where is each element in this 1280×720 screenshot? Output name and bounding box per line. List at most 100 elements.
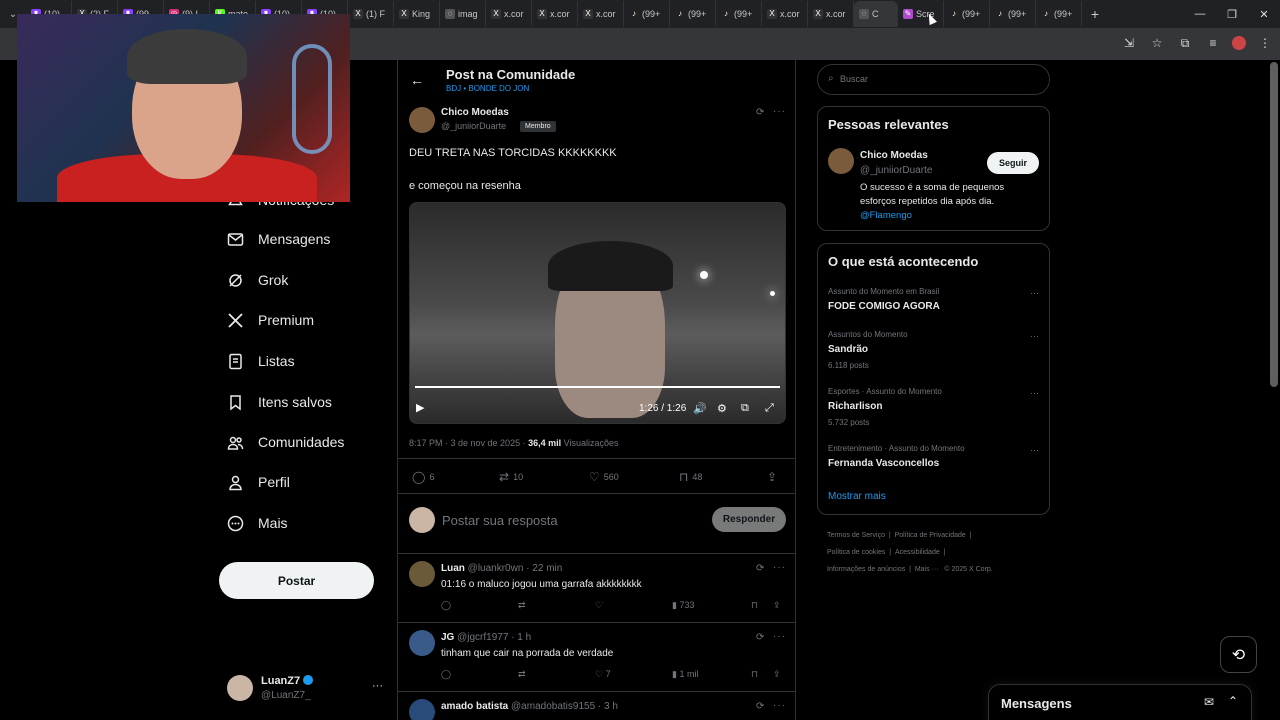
- browser-tab[interactable]: ♪ (99+: [624, 1, 670, 27]
- volume-icon[interactable]: 🔊: [693, 402, 707, 415]
- video-progress-bar[interactable]: [415, 386, 780, 388]
- heart-icon[interactable]: ♡ 7: [595, 669, 611, 680]
- profile-avatar-icon[interactable]: [1232, 36, 1246, 50]
- footer-link[interactable]: Termos de Serviço: [827, 532, 885, 539]
- trend-more-icon[interactable]: ···: [1030, 388, 1039, 398]
- nav-item-5[interactable]: Itens salvos: [227, 387, 332, 417]
- grok-explain-icon[interactable]: ⟳: [756, 701, 764, 712]
- new-message-icon[interactable]: ✉: [1204, 695, 1214, 709]
- browser-tab[interactable]: ◌ imag: [440, 1, 486, 27]
- footer-link[interactable]: Acessibilidade: [895, 549, 940, 556]
- comment-avatar[interactable]: [409, 699, 435, 720]
- expand-up-icon[interactable]: ⌃: [1228, 694, 1238, 708]
- browser-tab[interactable]: ♪ (99+: [670, 1, 716, 27]
- video-player[interactable]: ▶ 1:26 / 1:26 🔊 ⚙ ⧉ ⤢: [409, 202, 786, 424]
- browser-tab[interactable]: Xx.cor: [486, 1, 532, 27]
- nav-item-1[interactable]: Mensagens: [227, 224, 330, 254]
- bookmark-action[interactable]: ⊓ 48: [679, 470, 702, 484]
- nav-item-7[interactable]: Perfil: [227, 467, 290, 497]
- fullscreen-icon[interactable]: ⤢: [765, 402, 774, 415]
- post-author-name[interactable]: Chico Moedas: [441, 107, 509, 118]
- reply-action[interactable]: ◯ 6: [412, 470, 434, 484]
- footer-link[interactable]: Política de Privacidade: [895, 532, 966, 539]
- comment-author[interactable]: Luan @luankr0wn · 22 min: [441, 563, 562, 574]
- footer-link[interactable]: Mais ···: [915, 566, 939, 573]
- comment-more-icon[interactable]: ···: [773, 562, 786, 573]
- reply-input[interactable]: Postar sua resposta: [442, 513, 558, 528]
- comment-avatar[interactable]: [409, 561, 435, 587]
- page-scrollbar[interactable]: [1270, 62, 1278, 387]
- reply-button[interactable]: Responder: [712, 507, 786, 532]
- play-icon[interactable]: ▶: [416, 401, 432, 417]
- browser-tab[interactable]: X (1) F: [348, 1, 394, 27]
- share-icon[interactable]: ⇪: [773, 600, 781, 611]
- relevant-handle[interactable]: @_juniiorDuarte: [860, 165, 932, 176]
- repost-icon[interactable]: ⇄: [518, 600, 526, 611]
- new-tab-icon[interactable]: +: [1082, 6, 1108, 22]
- grok-floating-button[interactable]: ⟲: [1220, 636, 1257, 673]
- browser-tab[interactable]: ♪ (99+: [716, 1, 762, 27]
- browser-tab[interactable]: ♪ (99+: [990, 1, 1036, 27]
- relevant-name[interactable]: Chico Moedas: [860, 150, 928, 161]
- comment-author[interactable]: amado batista @amadobatis9155 · 3 h: [441, 701, 618, 712]
- grok-explain-icon[interactable]: ⟳: [756, 107, 764, 118]
- grok-explain-icon[interactable]: ⟳: [756, 563, 764, 574]
- post-button[interactable]: Postar: [219, 562, 374, 599]
- reply-icon[interactable]: ◯: [441, 600, 451, 611]
- close-icon[interactable]: ✕: [1248, 0, 1280, 28]
- comment-author[interactable]: JG @jgcrf1977 · 1 h: [441, 632, 531, 643]
- nav-item-4[interactable]: Listas: [227, 346, 295, 376]
- account-more-icon[interactable]: ···: [372, 680, 383, 692]
- back-arrow-icon[interactable]: ←: [410, 72, 424, 88]
- browser-tab[interactable]: Xx.cor: [532, 1, 578, 27]
- nav-item-6[interactable]: Comunidades: [227, 427, 344, 457]
- share-action[interactable]: ⇪: [767, 470, 777, 484]
- extensions-icon[interactable]: ⧉: [1176, 34, 1194, 52]
- browser-tab[interactable]: ♪ (99+: [944, 1, 990, 27]
- browser-tab[interactable]: Xx.cor: [762, 1, 808, 27]
- bookmark-star-icon[interactable]: ☆: [1148, 34, 1166, 52]
- trend-more-icon[interactable]: ···: [1030, 331, 1039, 341]
- footer-link[interactable]: Política de cookies: [827, 549, 885, 556]
- minimize-icon[interactable]: —: [1184, 0, 1216, 28]
- install-app-icon[interactable]: ⇲: [1120, 34, 1138, 52]
- nav-item-2[interactable]: Grok: [227, 265, 288, 295]
- bio-mention-link[interactable]: @Flamengo: [860, 210, 912, 221]
- messages-drawer[interactable]: Mensagens ✉ ⌃: [988, 684, 1252, 720]
- account-switcher[interactable]: LuanZ7 @LuanZ7_ ···: [227, 672, 387, 706]
- post-more-icon[interactable]: ···: [773, 106, 786, 117]
- comment-more-icon[interactable]: ···: [773, 700, 786, 711]
- bookmark-icon[interactable]: ⊓: [751, 600, 758, 611]
- comment-avatar[interactable]: [409, 630, 435, 656]
- browser-tab[interactable]: ◌ C: [854, 1, 898, 27]
- heart-icon[interactable]: ♡: [595, 600, 603, 611]
- relevant-avatar[interactable]: [828, 148, 854, 174]
- browser-tab[interactable]: X King: [394, 1, 440, 27]
- repost-action[interactable]: ⇄ 10: [499, 470, 523, 484]
- reply-icon[interactable]: ◯: [441, 669, 451, 680]
- trend-more-icon[interactable]: ···: [1030, 288, 1039, 298]
- community-link[interactable]: BDJ • BONDE DO JON: [446, 84, 529, 93]
- bookmark-icon[interactable]: ⊓: [751, 669, 758, 680]
- trend-more-icon[interactable]: ···: [1030, 445, 1039, 455]
- browser-tab[interactable]: ✎ Scre: [898, 1, 944, 27]
- views-icon[interactable]: ▮ 733: [672, 600, 694, 611]
- footer-link[interactable]: Informações de anúncios: [827, 566, 905, 573]
- browser-menu-icon[interactable]: ⋮: [1256, 34, 1274, 52]
- like-action[interactable]: ♡ 560: [589, 470, 619, 484]
- browser-tab[interactable]: Xx.cor: [578, 1, 624, 27]
- post-author-avatar[interactable]: [409, 107, 435, 133]
- views-icon[interactable]: ▮ 1 mil: [672, 669, 698, 680]
- grok-explain-icon[interactable]: ⟳: [756, 632, 764, 643]
- settings-gear-icon[interactable]: ⚙: [717, 402, 727, 415]
- pip-icon[interactable]: ⧉: [741, 402, 749, 415]
- show-more-link[interactable]: Mostrar mais: [828, 491, 886, 502]
- media-controls-icon[interactable]: ≡: [1204, 34, 1222, 52]
- nav-item-8[interactable]: Mais: [227, 508, 288, 538]
- share-icon[interactable]: ⇪: [773, 669, 781, 680]
- follow-button[interactable]: Seguir: [987, 152, 1039, 174]
- post-author-handle[interactable]: @_juniiorDuarte: [441, 121, 506, 131]
- browser-tab[interactable]: ♪ (99+: [1036, 1, 1082, 27]
- restore-icon[interactable]: ❐: [1216, 0, 1248, 28]
- repost-icon[interactable]: ⇄: [518, 669, 526, 680]
